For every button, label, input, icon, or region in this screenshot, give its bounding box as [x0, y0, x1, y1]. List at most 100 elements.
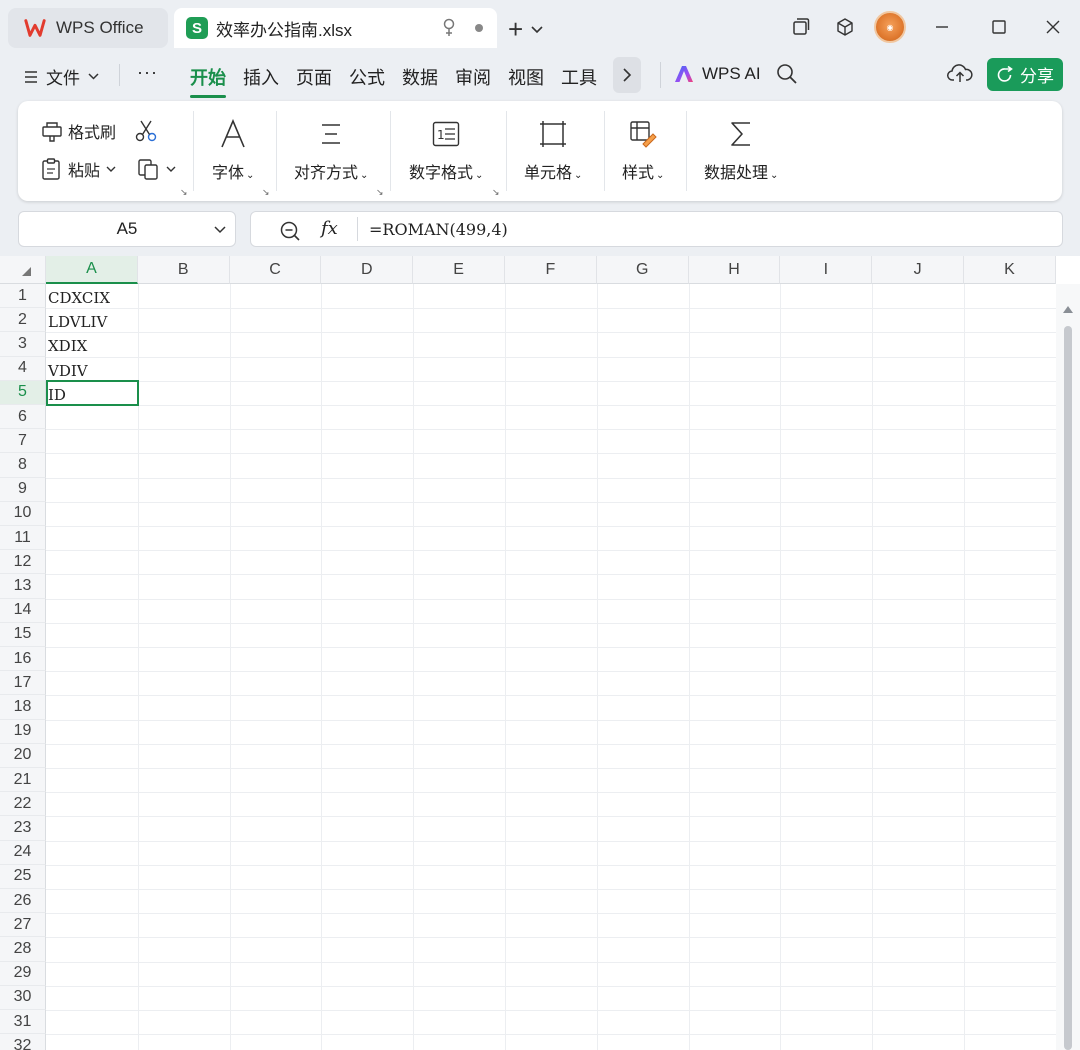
column-header-c[interactable]: C	[229, 256, 322, 284]
row-header-29[interactable]: 29	[0, 961, 46, 986]
cloud-upload-icon[interactable]	[947, 62, 973, 84]
data-processing-button[interactable]: 数据处理 ⌄	[704, 117, 778, 183]
tab-insert[interactable]: 插入	[243, 64, 279, 90]
name-box[interactable]: A5	[18, 211, 236, 247]
tabs-scroll-right-button[interactable]	[613, 57, 641, 93]
column-header-j[interactable]: J	[872, 256, 964, 284]
row-header-7[interactable]: 7	[0, 429, 46, 454]
zoom-formula-icon[interactable]	[279, 220, 301, 242]
row-header-21[interactable]: 21	[0, 768, 46, 793]
active-cell-outline[interactable]	[46, 380, 139, 406]
tab-data[interactable]: 数据	[402, 64, 438, 90]
scrollbar-thumb[interactable]	[1064, 326, 1072, 1050]
row-header-5[interactable]: 5	[0, 380, 46, 405]
file-menu-button[interactable]: 文件	[24, 64, 99, 89]
vertical-scrollbar[interactable]	[1056, 284, 1080, 1050]
font-expand-icon[interactable]: ↘	[262, 187, 270, 198]
close-button[interactable]	[1038, 12, 1068, 42]
number-format-button[interactable]: 1 数字格式 ⌄	[409, 117, 483, 183]
row-header-6[interactable]: 6	[0, 405, 46, 430]
minimize-button[interactable]	[927, 12, 957, 42]
row-header-10[interactable]: 10	[0, 501, 46, 526]
scroll-up-icon[interactable]	[1063, 306, 1073, 313]
formula-input[interactable]: =ROMAN(499,4)	[369, 220, 508, 239]
tab-review[interactable]: 审阅	[455, 64, 491, 90]
fx-icon[interactable]: fx	[321, 218, 338, 239]
row-header-23[interactable]: 23	[0, 816, 46, 841]
new-tab-button[interactable]: +	[508, 14, 543, 45]
column-header-d[interactable]: D	[321, 256, 414, 284]
row-header-1[interactable]: 1	[0, 284, 46, 309]
plus-icon: +	[508, 14, 524, 44]
cell-a1[interactable]: CDXCIX	[48, 286, 110, 310]
tab-formulas[interactable]: 公式	[349, 64, 385, 90]
cell-a4[interactable]: VDIV	[48, 359, 88, 383]
unsaved-dot-icon[interactable]	[475, 24, 483, 32]
row-header-27[interactable]: 27	[0, 913, 46, 938]
row-header-16[interactable]: 16	[0, 647, 46, 672]
format-painter-button[interactable]: 格式刷	[40, 119, 116, 143]
row-header-18[interactable]: 18	[0, 695, 46, 720]
row-header-25[interactable]: 25	[0, 864, 46, 889]
more-menu-button[interactable]: ···	[137, 62, 158, 83]
column-header-h[interactable]: H	[688, 256, 781, 284]
row-header-17[interactable]: 17	[0, 671, 46, 696]
column-header-a[interactable]: A	[46, 256, 138, 284]
row-header-13[interactable]: 13	[0, 574, 46, 599]
search-icon[interactable]	[776, 63, 798, 85]
row-header-3[interactable]: 3	[0, 332, 46, 357]
column-header-g[interactable]: G	[596, 256, 689, 284]
row-header-2[interactable]: 2	[0, 308, 46, 333]
row-header-26[interactable]: 26	[0, 889, 46, 914]
column-header-k[interactable]: K	[964, 256, 1056, 284]
maximize-button[interactable]	[984, 12, 1014, 42]
cells-button[interactable]: 单元格 ⌄	[524, 117, 582, 183]
styles-button[interactable]: 样式 ⌄	[622, 117, 664, 183]
row-header-4[interactable]: 4	[0, 356, 46, 381]
cut-icon[interactable]	[134, 119, 158, 143]
row-header-12[interactable]: 12	[0, 550, 46, 575]
column-header-f[interactable]: F	[505, 256, 597, 284]
wps-ai-button[interactable]: WPS AI	[674, 64, 761, 84]
row-header-11[interactable]: 11	[0, 526, 46, 551]
chevron-down-icon[interactable]	[213, 220, 227, 238]
row-header-20[interactable]: 20	[0, 743, 46, 768]
clipboard-expand-icon[interactable]: ↘	[180, 187, 188, 198]
tab-page[interactable]: 页面	[296, 64, 332, 90]
column-header-i[interactable]: I	[780, 256, 873, 284]
tab-tools[interactable]: 工具	[561, 64, 597, 90]
row-header-8[interactable]: 8	[0, 453, 46, 478]
column-header-b[interactable]: B	[137, 256, 230, 284]
row-header-19[interactable]: 19	[0, 719, 46, 744]
row-header-32[interactable]: 32	[0, 1034, 46, 1050]
tab-view[interactable]: 视图	[508, 64, 544, 90]
alignment-button[interactable]: 对齐方式 ⌄	[294, 117, 368, 183]
spreadsheet-grid[interactable]: ABCDEFGHIJK 1 2 3 4 5 6 7 8 9 10 11 12 13 14 15 16 17 18 1…	[0, 256, 1080, 1050]
font-button[interactable]: 字体 ⌄	[212, 117, 254, 183]
avatar[interactable]: ◉	[874, 11, 906, 43]
tab-wps-office[interactable]: WPS Office	[8, 8, 168, 48]
row-header-28[interactable]: 28	[0, 937, 46, 962]
cell-a3[interactable]: XDIX	[48, 334, 87, 358]
row-header-24[interactable]: 24	[0, 840, 46, 865]
alignment-expand-icon[interactable]: ↘	[376, 187, 384, 198]
pin-icon[interactable]	[441, 18, 457, 38]
row-header-22[interactable]: 22	[0, 792, 46, 817]
number-format-expand-icon[interactable]: ↘	[492, 187, 500, 198]
paste-button[interactable]: 粘贴	[40, 157, 116, 181]
row-header-30[interactable]: 30	[0, 985, 46, 1010]
row-header-15[interactable]: 15	[0, 622, 46, 647]
tab-home[interactable]: 开始	[190, 64, 226, 98]
column-header-e[interactable]: E	[413, 256, 505, 284]
formula-bar[interactable]: fx =ROMAN(499,4)	[250, 211, 1063, 247]
row-header-31[interactable]: 31	[0, 1010, 46, 1035]
share-button[interactable]: 分享	[987, 58, 1063, 91]
copy-button[interactable]	[136, 157, 176, 181]
window-switch-button[interactable]	[786, 12, 816, 42]
cube-button[interactable]	[830, 12, 860, 42]
tab-document[interactable]: S 效率办公指南.xlsx	[174, 8, 497, 48]
select-all-button[interactable]	[0, 256, 46, 284]
row-header-14[interactable]: 14	[0, 598, 46, 623]
cell-a2[interactable]: LDVLIV	[48, 310, 107, 334]
row-header-9[interactable]: 9	[0, 477, 46, 502]
